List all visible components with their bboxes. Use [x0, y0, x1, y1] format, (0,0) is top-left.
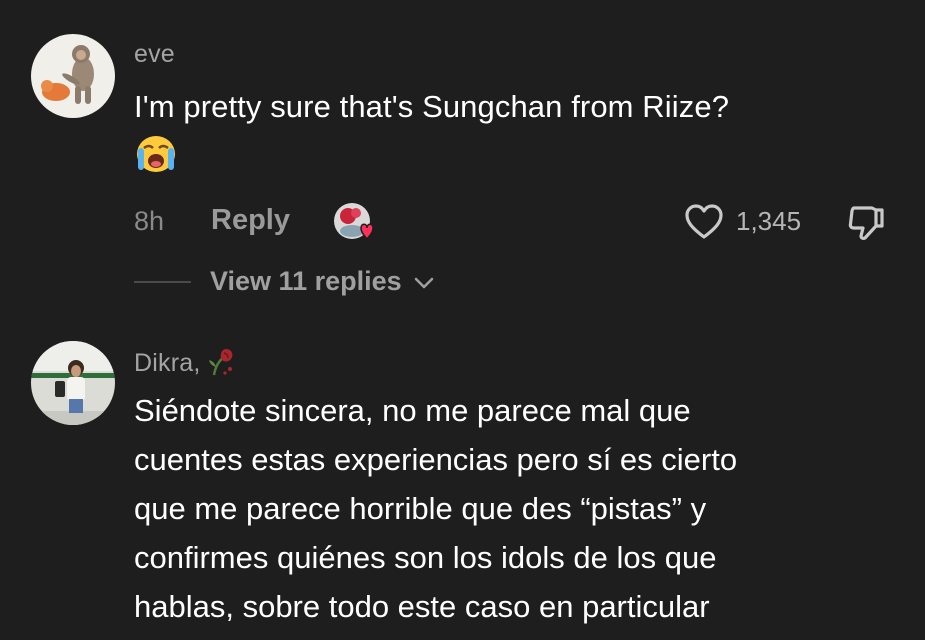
- view-replies-button[interactable]: View 11 replies: [210, 266, 435, 297]
- avatar-dikra[interactable]: [31, 341, 115, 425]
- like-button[interactable]: [684, 203, 724, 241]
- loudly-crying-emoji: [134, 134, 178, 174]
- comment-username[interactable]: eve: [134, 40, 175, 69]
- monkey-photo-icon: [31, 34, 115, 118]
- comment-text-line: confirmes quiénes son los idols de los q…: [134, 540, 717, 575]
- replies-divider: [134, 281, 191, 283]
- chevron-down-icon: [414, 277, 434, 289]
- wilted-rose-emoji: [208, 349, 233, 376]
- comment-text: I'm pretty sure that's Sungchan from Rii…: [134, 89, 730, 124]
- comment-text-line: hablas, sobre todo este caso en particul…: [134, 589, 710, 624]
- avatar-eve[interactable]: [31, 34, 115, 118]
- comment-text-line: que me parece horrible que des “pistas” …: [134, 491, 707, 526]
- comment-timestamp: 8h: [134, 206, 165, 236]
- view-replies-label: View 11 replies: [210, 266, 402, 296]
- heart-outline-icon: [685, 204, 723, 239]
- thumbs-down-icon: [848, 206, 884, 240]
- username-text: Dikra,: [134, 349, 201, 377]
- comment-text: Siéndote sincera, no me parece mal que c…: [134, 386, 737, 631]
- creator-liked-badge: [332, 201, 380, 243]
- like-count: 1,345: [736, 206, 802, 236]
- comment-text-line: Siéndote sincera, no me parece mal que: [134, 393, 691, 428]
- reply-button[interactable]: Reply: [211, 204, 290, 237]
- comment-text-line: cuentes estas experiencias pero sí es ci…: [134, 442, 738, 477]
- dislike-button[interactable]: [846, 202, 886, 242]
- comment-username[interactable]: Dikra,: [134, 345, 236, 378]
- comment-thread: eve I'm pretty sure that's Sungchan from…: [0, 0, 925, 640]
- user-photo-icon: [31, 341, 115, 425]
